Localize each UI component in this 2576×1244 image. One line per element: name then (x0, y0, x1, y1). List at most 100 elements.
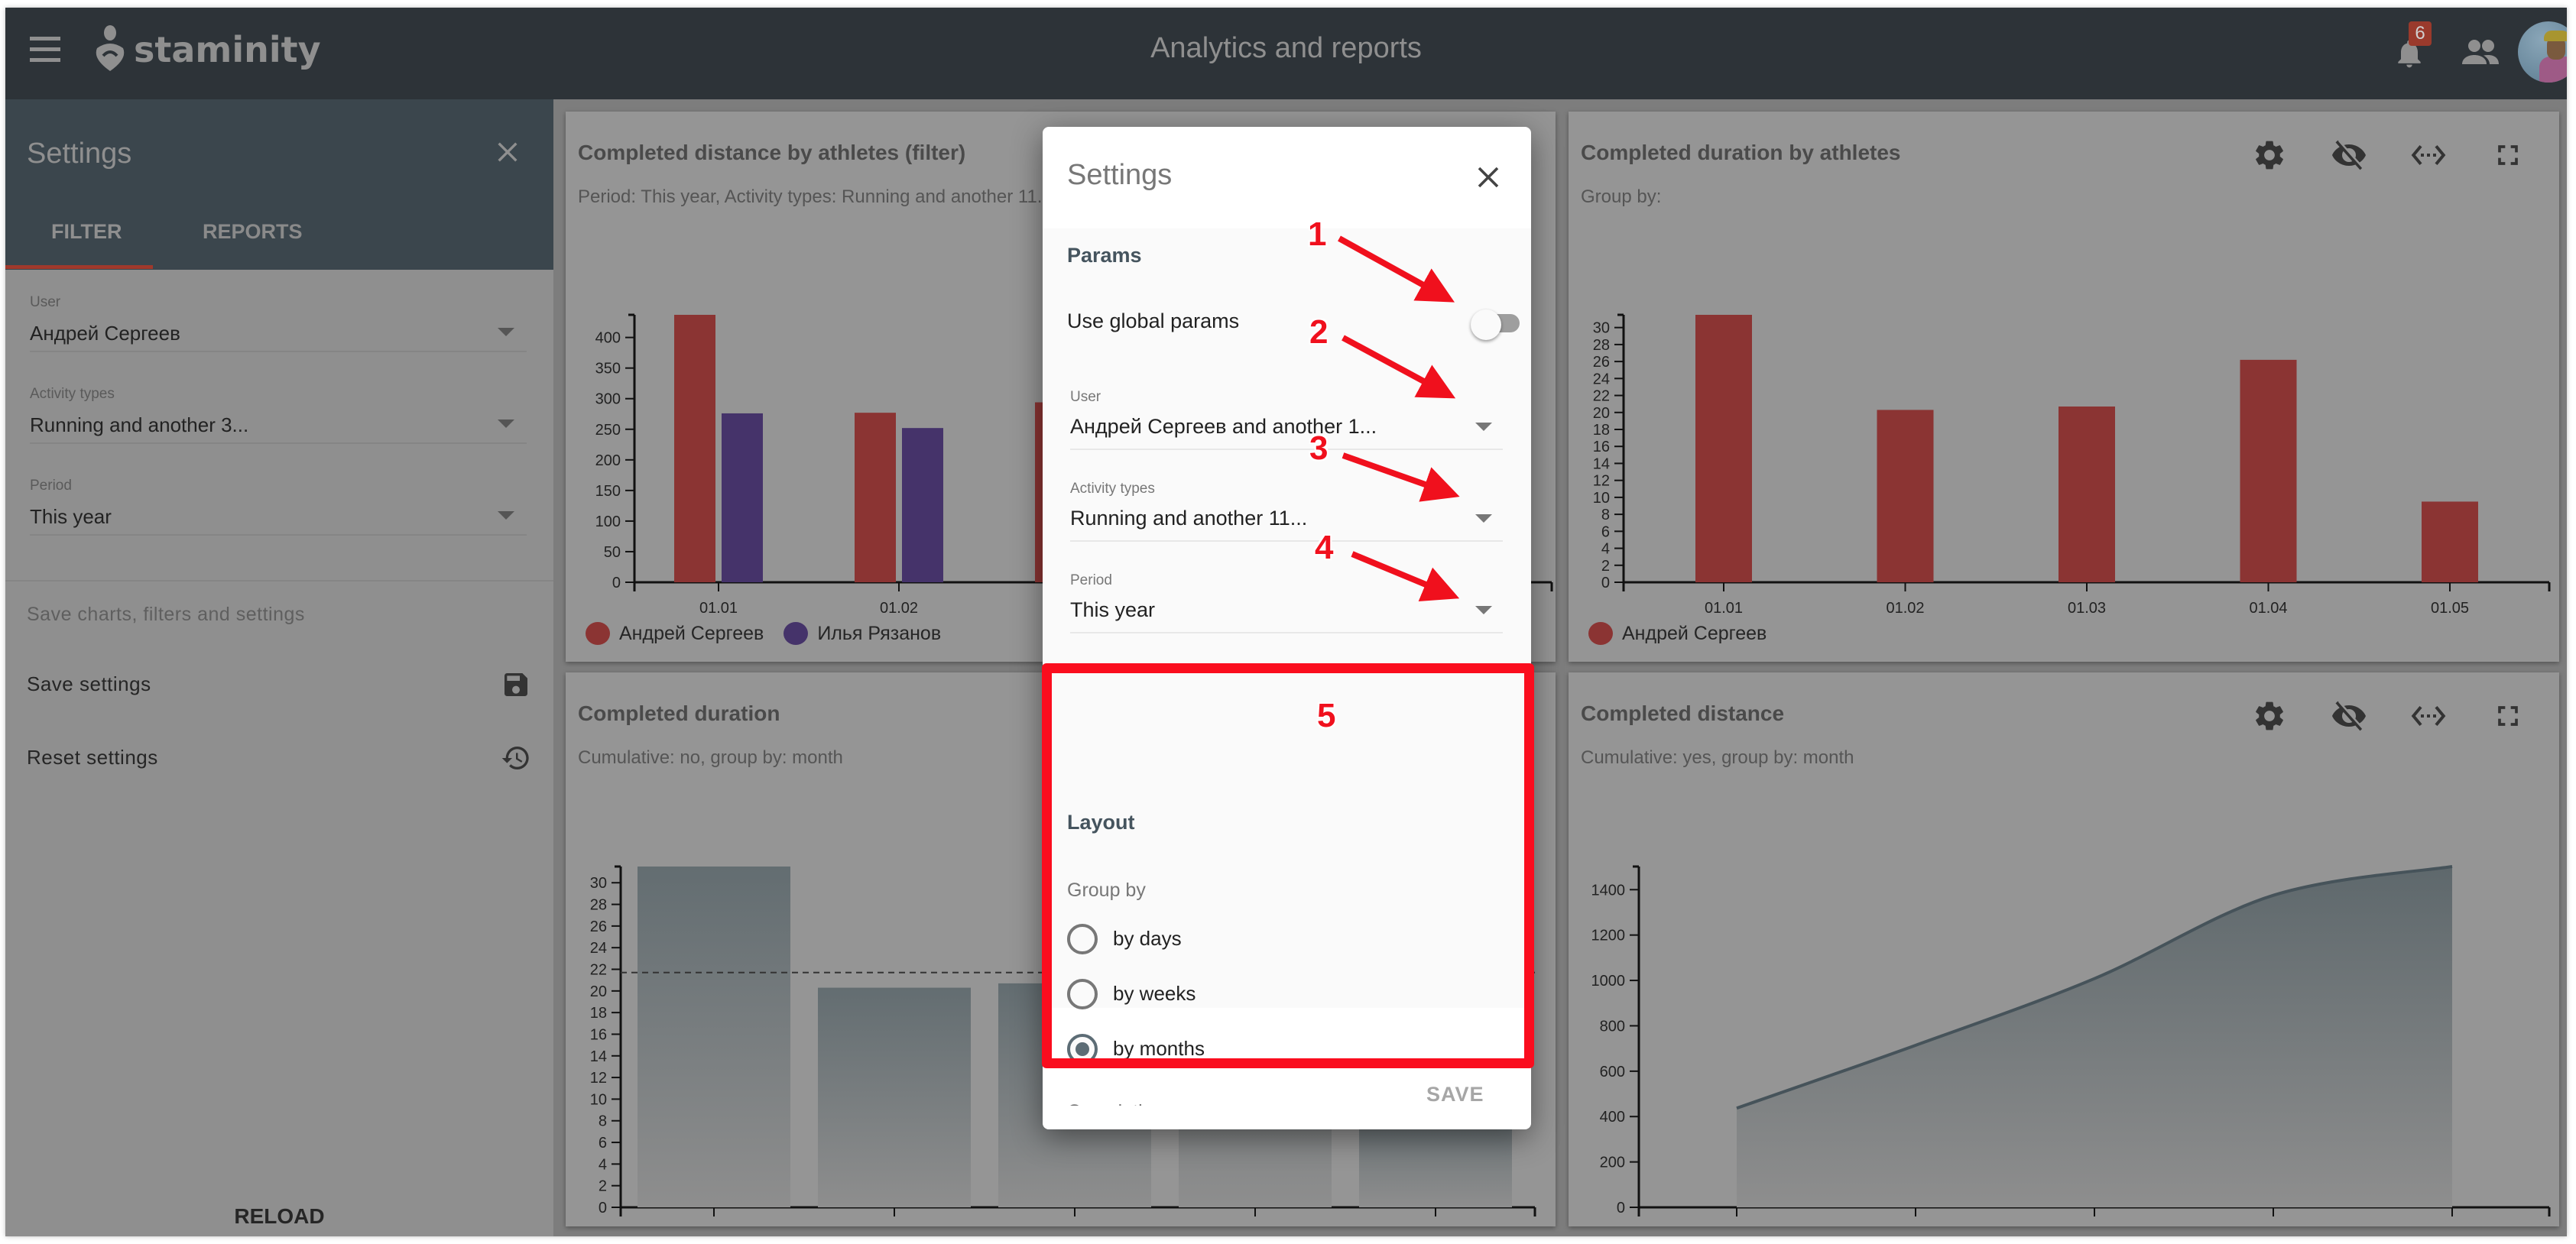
tab-reports[interactable]: REPORTS (203, 220, 303, 244)
x-tick-label: 01.01 (1718, 1225, 1756, 1226)
y-tick-label: 2 (1601, 558, 1610, 575)
legend-label: Андрей Сергеев (1622, 622, 1767, 644)
radio-circle (1067, 924, 1098, 954)
y-tick-label: 16 (590, 1026, 607, 1043)
user-select[interactable]: User Андрей Сергеев (30, 294, 527, 352)
save-icon (504, 673, 527, 696)
bar (2059, 407, 2115, 582)
save-settings-label: Save settings (27, 672, 151, 695)
dropdown-arrow-icon (1475, 606, 1492, 614)
settings-dialog: Settings Params Use global params User А… (1043, 127, 1531, 1129)
x-tick-label: 01.01 (1705, 600, 1743, 617)
y-tick-label: 28 (1593, 337, 1610, 354)
y-tick-label: 1400 (1591, 882, 1626, 899)
user-value: Андрей Сергеев (30, 322, 180, 345)
legend-item[interactable]: Андрей Сергеев (1588, 622, 1767, 645)
x-tick-label: 01.02 (1896, 1225, 1935, 1226)
use-global-params-toggle[interactable]: Use global params (1067, 305, 1520, 343)
radio-circle (1067, 979, 1098, 1009)
app-window: staminity Analytics and reports 6 Settin… (5, 8, 2567, 1236)
reset-settings-button[interactable]: Reset settings (27, 740, 531, 778)
radio-label: by days (1113, 927, 1182, 950)
x-tick-label: 01.01 (695, 1225, 733, 1226)
y-tick-label: 1000 (1591, 973, 1626, 990)
y-tick-label: 150 (595, 483, 621, 500)
y-tick-label: 18 (1593, 422, 1610, 439)
avatar[interactable] (2518, 21, 2567, 83)
legend-swatch (1588, 622, 1613, 645)
bar-chart: 02468101214161820222426283001.0101.0201.… (1593, 313, 2551, 617)
dialog-content: Params Use global params User Андрей Сер… (1043, 228, 1531, 1106)
y-tick-label: 10 (590, 1091, 607, 1108)
save-button[interactable]: SAVE (1426, 1083, 1484, 1106)
x-tick-label: 01.03 (1056, 1225, 1094, 1226)
y-tick-label: 350 (595, 361, 621, 377)
reset-settings-label: Reset settings (27, 746, 158, 769)
y-tick-label: 4 (1601, 541, 1610, 558)
x-tick-label: 01.05 (2433, 1225, 2471, 1226)
area-chart: 0 200 400 600 800 1000 1200 1400 01.01 01.02 01.03… (1591, 865, 2551, 1226)
y-tick-label: 200 (1600, 1155, 1625, 1171)
y-tick-label: 0 (599, 1200, 607, 1216)
close-icon[interactable] (495, 139, 521, 165)
legend-item[interactable]: Илья Рязанов (784, 622, 941, 645)
y-tick-label: 100 (595, 513, 621, 530)
y-tick-label: 30 (590, 875, 607, 892)
x-tick-label: 01.05 (1416, 1225, 1455, 1226)
x-tick-label: 01.02 (875, 1225, 913, 1226)
sidebar-header: Settings FILTER REPORTS (5, 99, 553, 270)
period-value: This year (1070, 598, 1156, 621)
toggle-switch[interactable] (1471, 309, 1520, 340)
dropdown-arrow-icon (498, 511, 514, 520)
activity-types-value: Running and another 11... (1070, 507, 1308, 530)
layout-section: Layout Group by by days by weeks by mont… (1043, 786, 1531, 1106)
dialog-title: Settings (1067, 159, 1173, 191)
y-tick-label: 20 (1593, 405, 1610, 422)
y-tick-label: 20 (590, 983, 607, 1000)
radio-by-days[interactable]: by days (1067, 921, 1449, 959)
activity-types-value: Running and another 3... (30, 413, 249, 436)
people-icon[interactable] (2462, 38, 2499, 66)
dialog-period-select[interactable]: Period This year (1070, 572, 1503, 633)
dialog-activity-types-select[interactable]: Activity types Running and another 11... (1070, 481, 1503, 542)
period-select[interactable]: Period This year (30, 478, 527, 536)
close-icon[interactable] (1475, 164, 1502, 191)
history-icon (501, 747, 529, 769)
x-tick-label: 01.04 (2249, 600, 2287, 617)
bar (2422, 501, 2478, 582)
chart-card-completed-distance: Completed distance Cumulative: yes, grou… (1569, 672, 2559, 1226)
period-label: Period (30, 478, 72, 494)
y-tick-label: 2 (599, 1178, 607, 1195)
y-tick-label: 0 (1617, 1200, 1625, 1216)
reload-button[interactable]: RELOAD (5, 1204, 553, 1229)
y-tick-label: 600 (1600, 1064, 1625, 1080)
legend-label: Андрей Сергеев (619, 622, 764, 644)
y-tick-label: 30 (1593, 320, 1610, 337)
activity-types-label: Activity types (30, 386, 115, 402)
legend-item[interactable]: Андрей Сергеев (586, 622, 764, 645)
x-tick-label: 01.02 (1886, 600, 1924, 617)
y-tick-label: 22 (1593, 388, 1610, 405)
x-tick-label: 01.02 (880, 600, 918, 617)
y-tick-label: 1200 (1591, 928, 1626, 944)
y-tick-label: 8 (599, 1113, 607, 1130)
radio-by-weeks[interactable]: by weeks (1067, 976, 1449, 1014)
activity-types-select[interactable]: Activity types Running and another 3... (30, 386, 527, 444)
bar (1877, 410, 1934, 582)
bar (1695, 315, 1752, 582)
y-tick-label: 800 (1600, 1018, 1625, 1035)
y-tick-label: 12 (590, 1070, 607, 1087)
y-tick-label: 26 (1593, 354, 1610, 371)
save-section-label: Save charts, filters and settings (27, 604, 305, 625)
notification-badge: 6 (2409, 21, 2432, 46)
y-tick-label: 12 (1593, 473, 1610, 490)
x-tick-label: 01.03 (2068, 600, 2106, 617)
save-settings-button[interactable]: Save settings (27, 666, 531, 705)
bar (902, 428, 943, 582)
period-label: Period (1070, 572, 1112, 588)
radio-by-months[interactable]: by months (1067, 1031, 1449, 1069)
dialog-user-select[interactable]: User Андрей Сергеев and another 1... (1070, 389, 1503, 450)
y-tick-label: 300 (595, 391, 621, 408)
radio-circle (1067, 1034, 1098, 1064)
tab-filter[interactable]: FILTER (51, 220, 122, 244)
